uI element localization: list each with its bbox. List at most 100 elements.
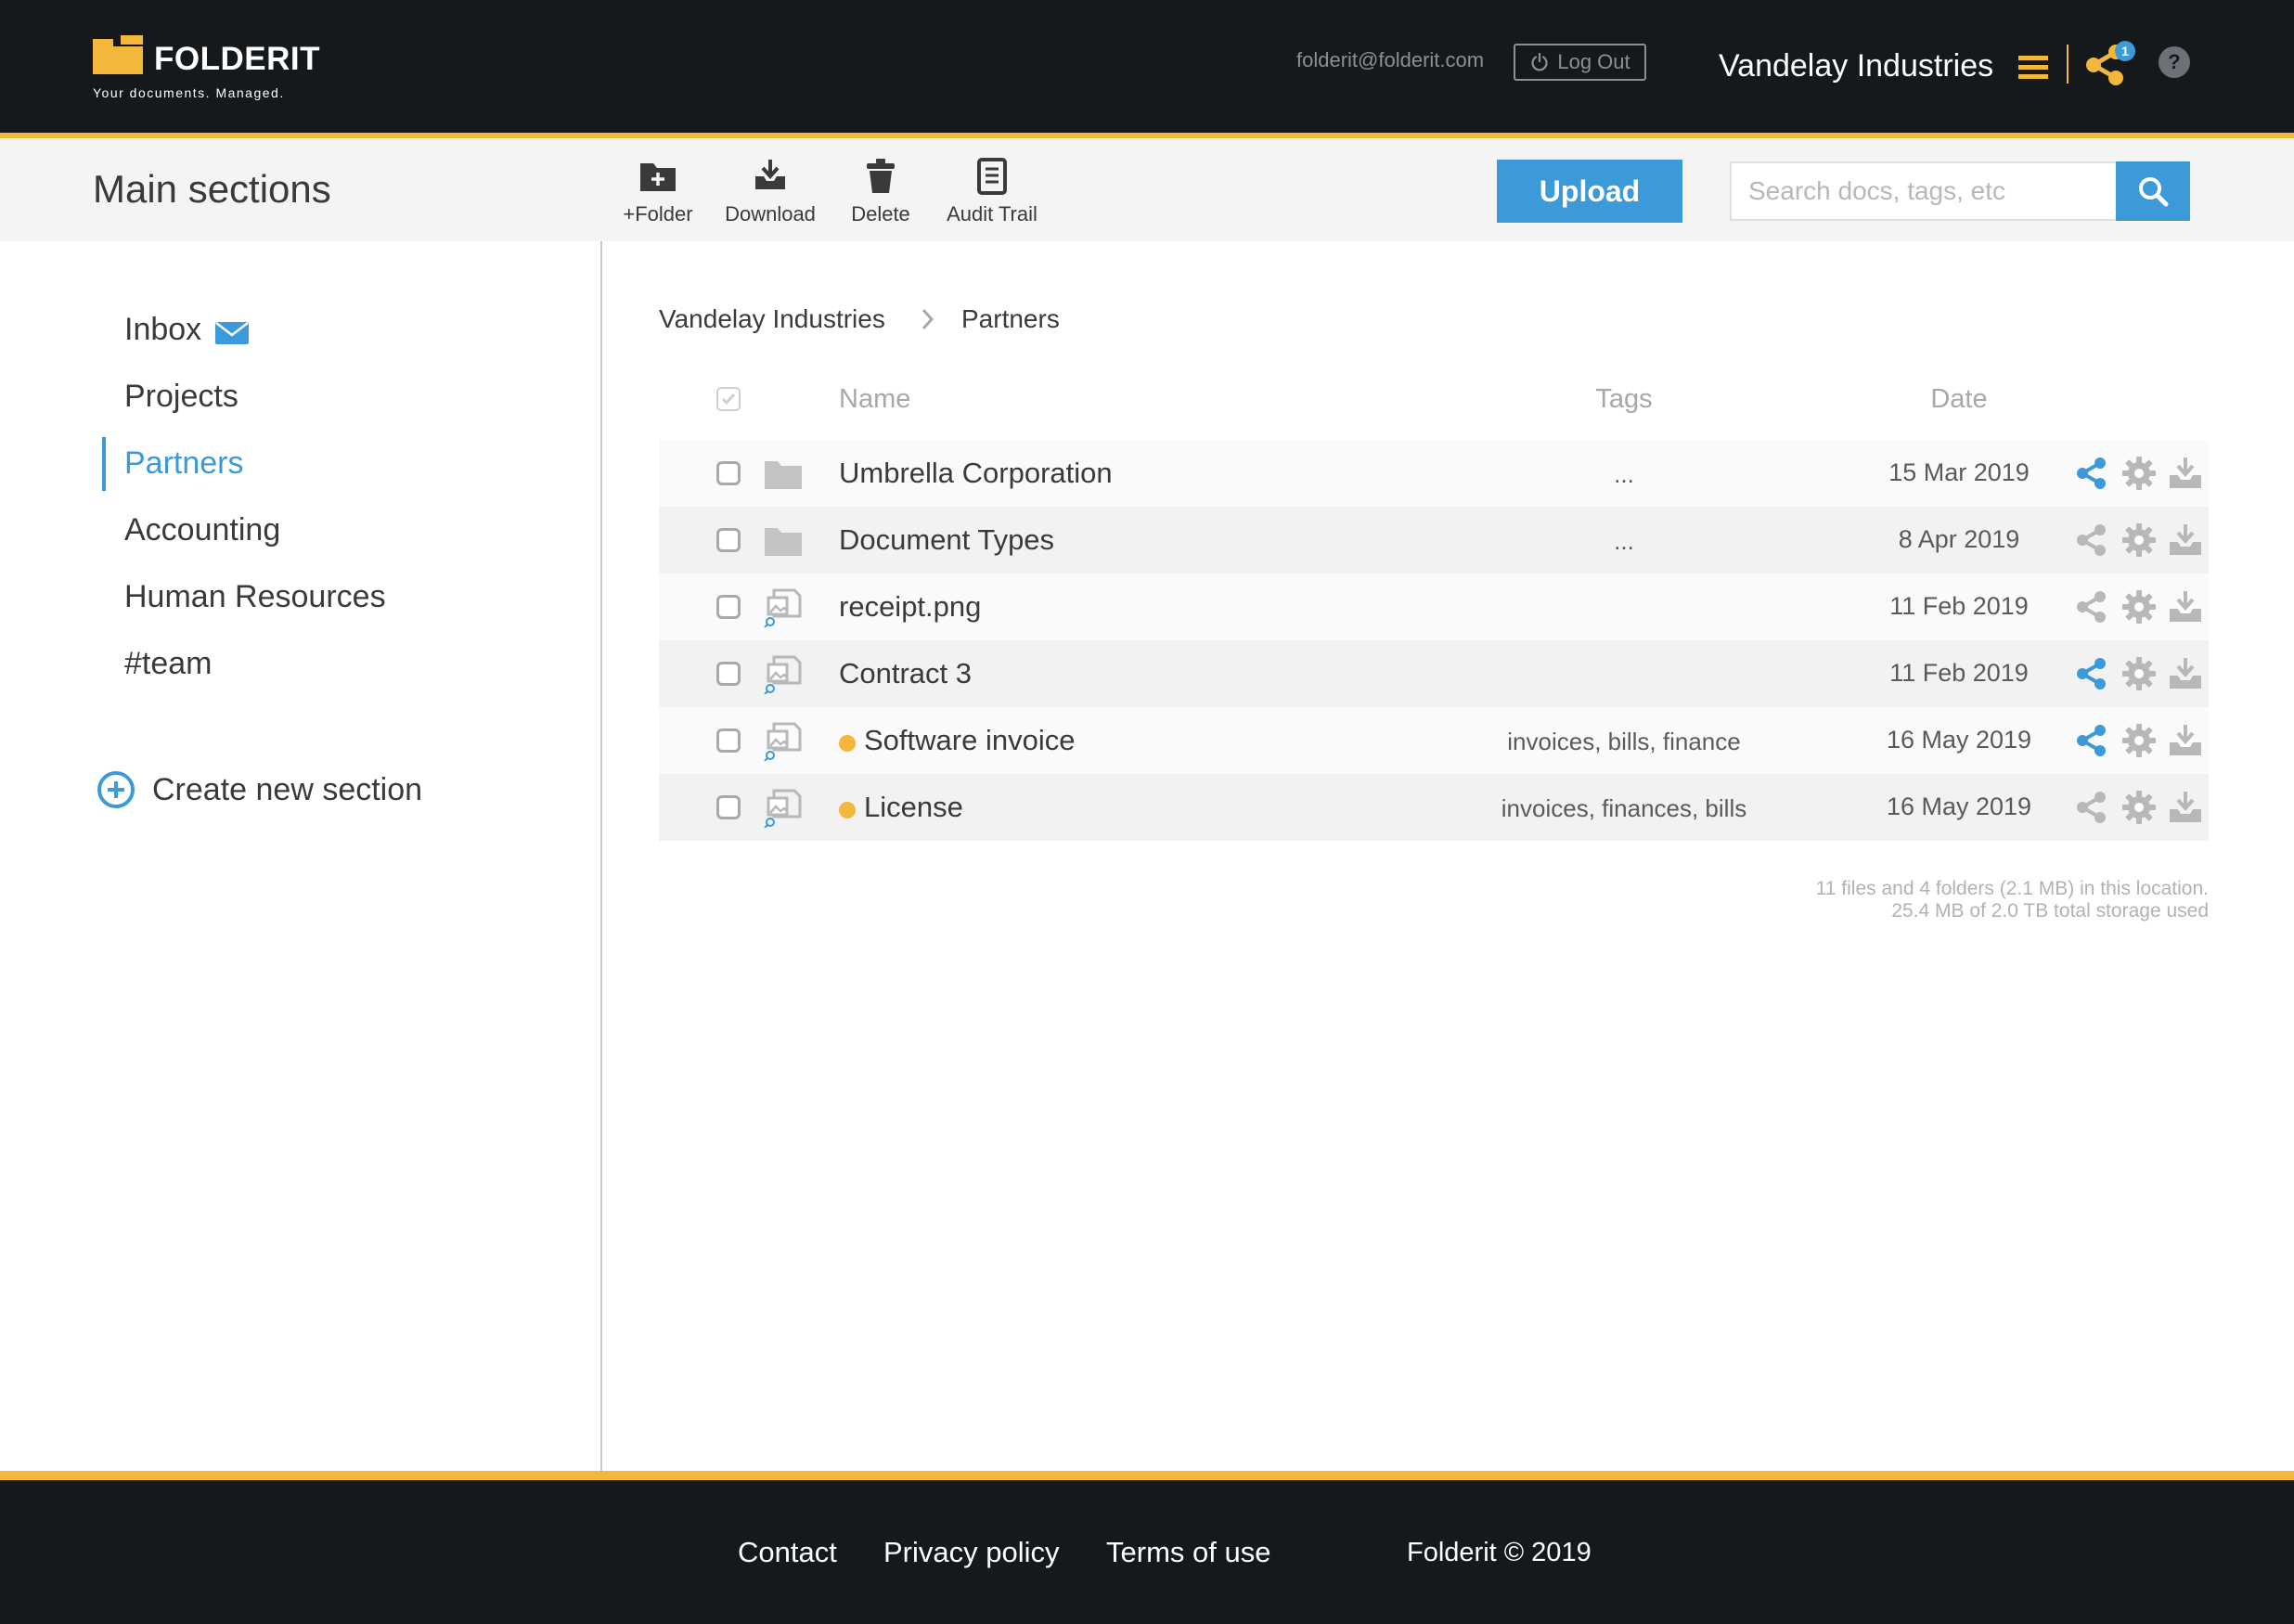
logout-button[interactable]: Log Out [1514, 44, 1646, 81]
share-icon [2077, 792, 2106, 823]
row-download-button[interactable] [2167, 722, 2204, 759]
footer-link-terms[interactable]: Terms of use [1106, 1536, 1270, 1569]
row-checkbox[interactable] [716, 528, 741, 552]
row-date: 16 May 2019 [1886, 793, 2032, 820]
row-download-button[interactable] [2167, 522, 2204, 559]
row-download-button[interactable] [2167, 455, 2204, 492]
footer-link-contact[interactable]: Contact [738, 1536, 837, 1569]
sidebar-item-human-resources[interactable]: Human Resources [124, 579, 386, 615]
logout-label: Log Out [1557, 50, 1630, 73]
row-download-button[interactable] [2167, 655, 2204, 692]
logo-folder-icon [93, 35, 143, 74]
table-row[interactable]: receipt.png 11 Feb 2019 [659, 574, 2209, 640]
row-tags: invoices, bills, finance [1507, 728, 1741, 755]
help-icon[interactable]: ? [2159, 46, 2190, 78]
gear-icon [2122, 590, 2156, 624]
row-checkbox[interactable] [716, 662, 741, 686]
delete-button[interactable]: Delete [820, 154, 941, 228]
create-section-label: Create new section [152, 772, 423, 807]
add-folder-icon [640, 163, 676, 191]
table-row[interactable]: Document Types... 8 Apr 2019 [659, 507, 2209, 574]
row-date: 11 Feb 2019 [1889, 592, 2029, 620]
row-checkbox[interactable] [716, 795, 741, 819]
sidebar-item-inbox[interactable]: Inbox [124, 312, 201, 348]
storage-total-usage: 25.4 MB of 2.0 TB total storage used [1891, 900, 2209, 922]
row-settings-button[interactable] [2120, 722, 2158, 759]
row-share-button[interactable] [2073, 722, 2110, 759]
download-icon [2170, 658, 2201, 689]
row-name[interactable]: Document Types [839, 523, 1054, 557]
row-share-button[interactable] [2073, 655, 2110, 692]
footer-accent-line [0, 1471, 2294, 1480]
logo-wordmark: FOLDERIT [154, 41, 320, 77]
trash-icon [867, 159, 895, 193]
breadcrumb-company[interactable]: Vandelay Industries [659, 304, 885, 334]
row-settings-button[interactable] [2120, 789, 2158, 826]
audit-trail-label: Audit Trail [947, 202, 1037, 226]
company-menu-icon[interactable] [2018, 56, 2048, 80]
row-name[interactable]: Software invoice [864, 724, 1075, 757]
add-folder-button[interactable]: +Folder [598, 154, 718, 228]
add-folder-label: +Folder [623, 202, 693, 226]
status-dot [839, 735, 856, 752]
sidebar-item-accounting[interactable]: Accounting [124, 512, 280, 548]
row-download-button[interactable] [2167, 588, 2204, 625]
row-settings-button[interactable] [2120, 522, 2158, 559]
row-date: 8 Apr 2019 [1898, 525, 2020, 553]
row-name[interactable]: Contract 3 [839, 657, 972, 690]
row-settings-button[interactable] [2120, 655, 2158, 692]
search-bar [1730, 161, 2190, 221]
row-share-button[interactable] [2073, 455, 2110, 492]
plus-circle-icon [97, 771, 135, 808]
download-button[interactable]: Download [710, 154, 831, 228]
row-share-button[interactable] [2073, 522, 2110, 559]
download-label: Download [725, 202, 816, 226]
row-download-button[interactable] [2167, 789, 2204, 826]
document-preview-icon [764, 722, 802, 761]
select-all-checkbox[interactable] [716, 387, 741, 411]
sidebar-item-team[interactable]: #team [124, 646, 213, 682]
logo-tagline: Your documents. Managed. [93, 85, 285, 100]
row-share-button[interactable] [2073, 588, 2110, 625]
sidebar-item-partners[interactable]: Partners [124, 445, 244, 482]
table-row[interactable]: Software invoice invoices, bills, finance… [659, 707, 2209, 774]
table-row[interactable]: Umbrella Corporation... 15 Mar 2019 [659, 440, 2209, 507]
gear-icon [2122, 523, 2156, 557]
footer-link-privacy[interactable]: Privacy policy [883, 1536, 1060, 1569]
row-name[interactable]: License [864, 791, 963, 824]
active-indicator [102, 437, 106, 491]
sidebar-item-projects[interactable]: Projects [124, 379, 238, 415]
check-icon [721, 393, 736, 406]
share-icon [2077, 524, 2106, 556]
row-share-button[interactable] [2073, 789, 2110, 826]
company-name[interactable]: Vandelay Industries [1719, 48, 1993, 84]
table-row[interactable]: License invoices, finances, bills 16 May 2… [659, 774, 2209, 841]
row-checkbox[interactable] [716, 595, 741, 619]
power-icon [1531, 52, 1548, 71]
row-name[interactable]: Umbrella Corporation [839, 457, 1113, 490]
storage-info: 11 files and 4 folders (2.1 MB) in this … [1816, 878, 2209, 922]
search-button[interactable] [2116, 161, 2190, 221]
upload-button[interactable]: Upload [1497, 160, 1682, 223]
row-checkbox[interactable] [716, 461, 741, 485]
column-header-date[interactable]: Date [1865, 384, 2053, 415]
column-header-name[interactable]: Name [839, 384, 910, 415]
audit-trail-button[interactable]: Audit Trail [932, 154, 1052, 228]
gear-icon [2122, 657, 2156, 690]
share-icon [2077, 725, 2106, 756]
row-name[interactable]: receipt.png [839, 590, 981, 624]
row-settings-button[interactable] [2120, 455, 2158, 492]
row-settings-button[interactable] [2120, 588, 2158, 625]
row-checkbox[interactable] [716, 728, 741, 753]
chevron-right-icon [921, 308, 934, 330]
search-input[interactable] [1730, 161, 2118, 221]
row-date: 11 Feb 2019 [1889, 659, 2029, 687]
header-divider [2067, 45, 2068, 84]
footer-copyright: Folderit © 2019 [1407, 1538, 1592, 1567]
table-row[interactable]: Contract 3 11 Feb 2019 [659, 640, 2209, 707]
share-icon [2077, 458, 2106, 489]
download-icon [2170, 591, 2201, 622]
folder-icon [765, 528, 802, 556]
column-header-tags[interactable]: Tags [1438, 384, 1810, 415]
notification-badge: 1 [2115, 41, 2135, 61]
